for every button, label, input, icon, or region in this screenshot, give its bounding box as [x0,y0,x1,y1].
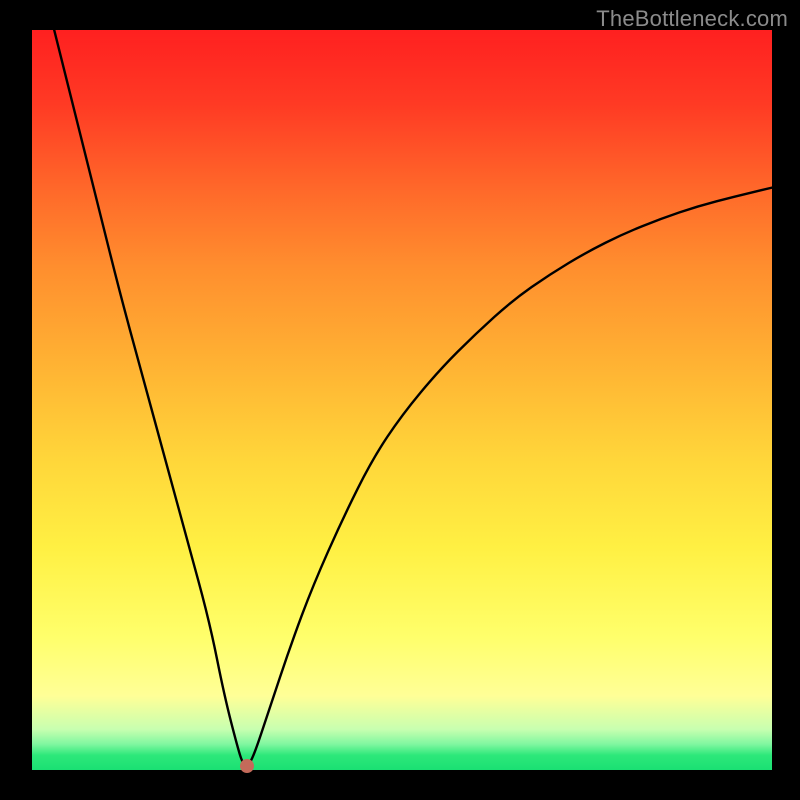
curve-path [32,0,772,765]
chart-frame: TheBottleneck.com [0,0,800,800]
watermark-text: TheBottleneck.com [596,6,788,32]
bottleneck-curve [32,30,772,770]
plot-area [32,30,772,770]
minimum-marker [240,759,254,773]
